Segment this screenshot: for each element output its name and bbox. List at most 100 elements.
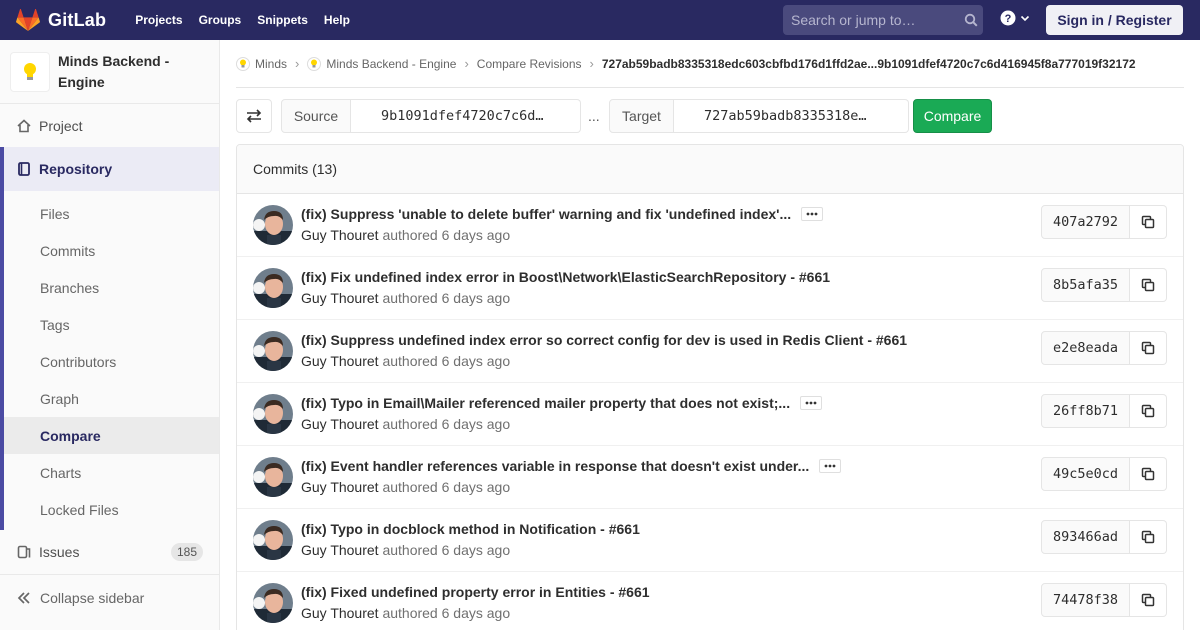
commit-sha-link[interactable]: 8b5afa35 bbox=[1041, 268, 1130, 302]
commit-sha-group: 49c5e0cd bbox=[1041, 457, 1167, 491]
toggle-description-button[interactable] bbox=[801, 207, 824, 221]
commit-title[interactable]: (fix) Suppress 'unable to delete buffer'… bbox=[301, 206, 791, 222]
commit-action: authored bbox=[382, 227, 438, 243]
commit-author-link[interactable]: Guy Thouret bbox=[301, 227, 379, 243]
sidebar-item-charts[interactable]: Charts bbox=[4, 454, 219, 491]
sidebar-item-repository[interactable]: Repository bbox=[4, 147, 219, 191]
search-input[interactable]: Search or jump to… bbox=[783, 5, 983, 35]
sidebar-item-branches[interactable]: Branches bbox=[4, 269, 219, 306]
swap-revisions-button[interactable] bbox=[236, 99, 272, 133]
breadcrumb-item-compare[interactable]: Compare Revisions bbox=[477, 57, 582, 71]
commit-sha-link[interactable]: 49c5e0cd bbox=[1041, 457, 1130, 491]
sign-in-button[interactable]: Sign in / Register bbox=[1046, 5, 1183, 35]
toggle-description-button[interactable] bbox=[800, 396, 823, 410]
gitlab-logo[interactable]: GitLab bbox=[16, 9, 106, 31]
source-revision-dropdown[interactable]: 9b1091dfef4720c7c6d… bbox=[351, 99, 581, 133]
breadcrumb-item-project[interactable]: Minds Backend - Engine bbox=[307, 56, 456, 71]
commit-title-wrap: (fix) Suppress 'unable to delete buffer'… bbox=[301, 206, 824, 222]
commit-title[interactable]: (fix) Fix undefined index error in Boost… bbox=[301, 269, 830, 285]
commit-sha-link[interactable]: e2e8eada bbox=[1041, 331, 1130, 365]
sidebar-item-locked-files[interactable]: Locked Files bbox=[4, 491, 219, 528]
copy-sha-button[interactable] bbox=[1130, 268, 1167, 302]
target-revision-dropdown[interactable]: 727ab59badb8335318e… bbox=[674, 99, 909, 133]
sidebar-item-issues[interactable]: Issues 185 bbox=[0, 530, 219, 575]
sidebar-item-compare[interactable]: Compare bbox=[4, 417, 219, 454]
breadcrumb-label: Minds bbox=[255, 56, 288, 71]
double-chevron-left-icon bbox=[16, 591, 32, 605]
commit-meta: Guy Thouret authored 6 days ago bbox=[301, 227, 510, 243]
chevron-right-icon: › bbox=[464, 56, 469, 71]
top-navbar: GitLab Projects Groups Snippets Help Sea… bbox=[0, 0, 1200, 40]
commit-meta: Guy Thouret authored 6 days ago bbox=[301, 416, 510, 432]
commit-time: 6 days ago bbox=[441, 416, 511, 432]
copy-sha-button[interactable] bbox=[1130, 331, 1167, 365]
avatar[interactable] bbox=[253, 520, 293, 560]
issues-icon bbox=[16, 545, 32, 559]
avatar[interactable] bbox=[253, 268, 293, 308]
ellipsis-icon bbox=[805, 401, 817, 405]
copy-sha-button[interactable] bbox=[1130, 394, 1167, 428]
sidebar-item-tags[interactable]: Tags bbox=[4, 306, 219, 343]
avatar[interactable] bbox=[253, 394, 293, 434]
commit-author-link[interactable]: Guy Thouret bbox=[301, 542, 379, 558]
avatar[interactable] bbox=[253, 205, 293, 245]
avatar[interactable] bbox=[253, 583, 293, 623]
commit-title-wrap: (fix) Typo in Email\Mailer referenced ma… bbox=[301, 395, 823, 411]
commit-time: 6 days ago bbox=[441, 290, 511, 306]
project-avatar bbox=[10, 51, 50, 92]
commit-author-link[interactable]: Guy Thouret bbox=[301, 290, 379, 306]
commit-sha-group: 26ff8b71 bbox=[1041, 394, 1167, 428]
nav-snippets[interactable]: Snippets bbox=[249, 0, 316, 40]
breadcrumb-item-minds[interactable]: Minds bbox=[236, 56, 288, 71]
source-label: Source bbox=[281, 99, 351, 133]
toggle-description-button[interactable] bbox=[819, 459, 842, 473]
commit-row: (fix) Fixed undefined property error in … bbox=[237, 572, 1183, 630]
avatar[interactable] bbox=[253, 331, 293, 371]
commit-sha-group: 407a2792 bbox=[1041, 205, 1167, 239]
commit-sha-link[interactable]: 74478f38 bbox=[1041, 583, 1130, 617]
commit-time: 6 days ago bbox=[441, 353, 511, 369]
collapse-sidebar-button[interactable]: Collapse sidebar bbox=[0, 575, 219, 621]
nav-projects[interactable]: Projects bbox=[127, 0, 190, 40]
commit-sha-link[interactable]: 407a2792 bbox=[1041, 205, 1130, 239]
help-dropdown[interactable]: ? bbox=[1000, 10, 1030, 26]
copy-sha-button[interactable] bbox=[1130, 520, 1167, 554]
commits-header: Commits (13) bbox=[237, 145, 1183, 194]
commit-author-link[interactable]: Guy Thouret bbox=[301, 416, 379, 432]
commit-title[interactable]: (fix) Typo in docblock method in Notific… bbox=[301, 521, 640, 537]
commit-sha-link[interactable]: 893466ad bbox=[1041, 520, 1130, 554]
commit-title[interactable]: (fix) Typo in Email\Mailer referenced ma… bbox=[301, 395, 790, 411]
sidebar-item-files[interactable]: Files bbox=[4, 195, 219, 232]
copy-sha-button[interactable] bbox=[1130, 583, 1167, 617]
commit-author-link[interactable]: Guy Thouret bbox=[301, 605, 379, 621]
commit-author-link[interactable]: Guy Thouret bbox=[301, 479, 379, 495]
commit-row: (fix) Event handler references variable … bbox=[237, 446, 1183, 509]
commit-sha-group: 8b5afa35 bbox=[1041, 268, 1167, 302]
sidebar-repository-group: Repository Files Commits Branches Tags C… bbox=[0, 147, 219, 530]
search-placeholder: Search or jump to… bbox=[791, 12, 916, 28]
commit-action: authored bbox=[382, 353, 438, 369]
sidebar-item-commits[interactable]: Commits bbox=[4, 232, 219, 269]
commit-action: authored bbox=[382, 605, 438, 621]
avatar[interactable] bbox=[253, 457, 293, 497]
compare-button[interactable]: Compare bbox=[913, 99, 992, 133]
breadcrumb-current[interactable]: 727ab59badb8335318edc603cbfbd176d1ffd2ae… bbox=[602, 57, 1136, 71]
commit-title[interactable]: (fix) Fixed undefined property error in … bbox=[301, 584, 650, 600]
sidebar-item-graph[interactable]: Graph bbox=[4, 380, 219, 417]
commit-sha-link[interactable]: 26ff8b71 bbox=[1041, 394, 1130, 428]
commit-title[interactable]: (fix) Suppress undefined index error so … bbox=[301, 332, 907, 348]
copy-sha-button[interactable] bbox=[1130, 457, 1167, 491]
issues-count-badge: 185 bbox=[170, 543, 203, 561]
nav-groups[interactable]: Groups bbox=[191, 0, 250, 40]
sidebar-item-project[interactable]: Project bbox=[0, 104, 219, 147]
sidebar-project-header[interactable]: Minds Backend - Engine bbox=[0, 40, 219, 104]
nav-help[interactable]: Help bbox=[316, 0, 358, 40]
user-avatar-icon bbox=[253, 457, 293, 497]
commit-time: 6 days ago bbox=[441, 605, 511, 621]
commit-author-link[interactable]: Guy Thouret bbox=[301, 353, 379, 369]
commit-row: (fix) Suppress undefined index error so … bbox=[237, 320, 1183, 383]
commit-title[interactable]: (fix) Event handler references variable … bbox=[301, 458, 809, 474]
sidebar-item-contributors[interactable]: Contributors bbox=[4, 343, 219, 380]
breadcrumb: Minds › Minds Backend - Engine › Compare… bbox=[236, 40, 1184, 88]
copy-sha-button[interactable] bbox=[1130, 205, 1167, 239]
